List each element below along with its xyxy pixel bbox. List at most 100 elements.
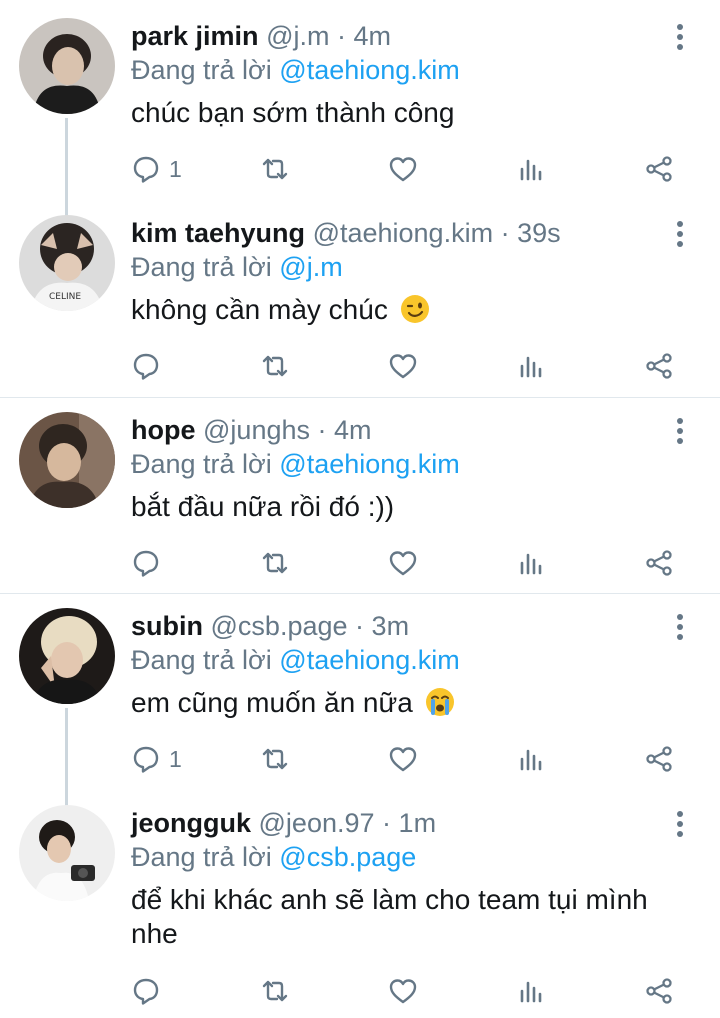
tweet-item[interactable]: hope @junghs · 4m Đang trả lời @taehiong… [0,394,720,594]
share-icon [644,744,674,774]
like-button[interactable] [388,971,418,1011]
tweet-text: để khi khác anh sẽ làm cho team tụi mình… [131,883,691,951]
reply-count: 1 [169,155,182,182]
timestamp[interactable]: 3m [372,611,410,641]
reply-button[interactable]: 1 [131,149,182,189]
display-name[interactable]: park jimin [131,21,259,51]
timestamp[interactable]: 4m [354,21,392,51]
display-name[interactable]: jeongguk [131,808,251,838]
reply-icon [131,351,161,381]
avatar[interactable] [19,412,115,508]
separator-dot: · [317,415,327,445]
share-icon [644,351,674,381]
user-handle[interactable]: @j.m [266,21,329,51]
replying-to-user-link[interactable]: @taehiong.kim [279,645,460,675]
share-icon [644,548,674,578]
reply-button[interactable]: 1 [131,739,182,779]
tweet-text: bắt đầu nữa rồi đó :)) [131,490,691,524]
replying-to-user-link[interactable]: @taehiong.kim [279,449,460,479]
tweet-text-content: bắt đầu nữa rồi đó :)) [131,491,395,522]
avatar[interactable]: CELINE [19,215,115,311]
analytics-button[interactable] [516,739,546,779]
retweet-button[interactable] [260,543,290,583]
more-options-icon[interactable] [668,22,692,52]
timestamp[interactable]: 1m [399,808,437,838]
tweet-item[interactable]: subin @csb.page · 3m Đang trả lời @taehi… [0,590,720,790]
tweet-item[interactable]: CELINE kim taehyung @taehiong.kim · 39s … [0,197,720,397]
share-button[interactable] [644,346,674,386]
replying-to-user-link[interactable]: @taehiong.kim [279,55,460,85]
more-options-icon[interactable] [668,612,692,642]
tweet-header: park jimin @j.m · 4m [131,19,391,53]
user-handle[interactable]: @csb.page [211,611,348,641]
share-icon [644,976,674,1006]
replying-to-label: Đang trả lời [131,842,272,872]
reply-count: 1 [169,745,182,772]
tweet-text-content: em cũng muốn ăn nữa [131,687,413,718]
share-icon [644,154,674,184]
retweet-button[interactable] [260,346,290,386]
reply-button[interactable] [131,346,169,386]
tweet-item[interactable]: jeongguk @jeon.97 · 1m Đang trả lời @csb… [0,787,720,1018]
analytics-icon [516,154,546,184]
replying-to-line: Đang trả lời @taehiong.kim [131,53,460,87]
retweet-icon [260,548,290,578]
analytics-button[interactable] [516,149,546,189]
share-button[interactable] [644,543,674,583]
reply-icon [131,744,161,774]
reply-button[interactable] [131,971,169,1011]
separator-dot: · [336,21,346,51]
display-name[interactable]: subin [131,611,203,641]
like-button[interactable] [388,739,418,779]
winking-face-emoji [400,294,430,324]
tweet-text: chúc bạn sớm thành công [131,96,691,130]
retweet-button[interactable] [260,739,290,779]
heart-icon [388,351,418,381]
replying-to-user-link[interactable]: @csb.page [279,842,416,872]
avatar[interactable] [19,608,115,704]
reply-icon [131,976,161,1006]
user-handle[interactable]: @junghs [203,415,310,445]
timestamp[interactable]: 4m [334,415,372,445]
display-name[interactable]: hope [131,415,196,445]
tweet-actions [131,346,691,386]
replying-to-label: Đang trả lời [131,449,272,479]
tweet-header: hope @junghs · 4m [131,413,372,447]
share-button[interactable] [644,971,674,1011]
like-button[interactable] [388,543,418,583]
tweet-header: subin @csb.page · 3m [131,609,409,643]
replying-to-label: Đang trả lời [131,55,272,85]
heart-icon [388,976,418,1006]
tweet-text-content: chúc bạn sớm thành công [131,97,455,128]
separator-dot: · [500,218,510,248]
share-button[interactable] [644,739,674,779]
retweet-button[interactable] [260,971,290,1011]
tweet-actions: 1 [131,149,691,189]
display-name[interactable]: kim taehyung [131,218,305,248]
avatar[interactable] [19,805,115,901]
timestamp[interactable]: 39s [517,218,561,248]
tweet-item[interactable]: park jimin @j.m · 4m Đang trả lời @taehi… [0,0,720,200]
reply-icon [131,548,161,578]
analytics-button[interactable] [516,971,546,1011]
like-button[interactable] [388,149,418,189]
analytics-button[interactable] [516,543,546,583]
replying-to-user-link[interactable]: @j.m [279,252,342,282]
tweet-actions [131,543,691,583]
more-options-icon[interactable] [668,219,692,249]
user-handle[interactable]: @jeon.97 [259,808,375,838]
svg-text:CELINE: CELINE [49,292,81,302]
analytics-button[interactable] [516,346,546,386]
share-button[interactable] [644,149,674,189]
user-handle[interactable]: @taehiong.kim [313,218,494,248]
more-options-icon[interactable] [668,809,692,839]
more-options-icon[interactable] [668,416,692,446]
reply-button[interactable] [131,543,169,583]
avatar[interactable] [19,18,115,114]
analytics-icon [516,548,546,578]
retweet-icon [260,744,290,774]
like-button[interactable] [388,346,418,386]
replying-to-line: Đang trả lời @taehiong.kim [131,643,460,677]
tweet-text-content: không cần mày chúc [131,294,388,325]
retweet-button[interactable] [260,149,290,189]
